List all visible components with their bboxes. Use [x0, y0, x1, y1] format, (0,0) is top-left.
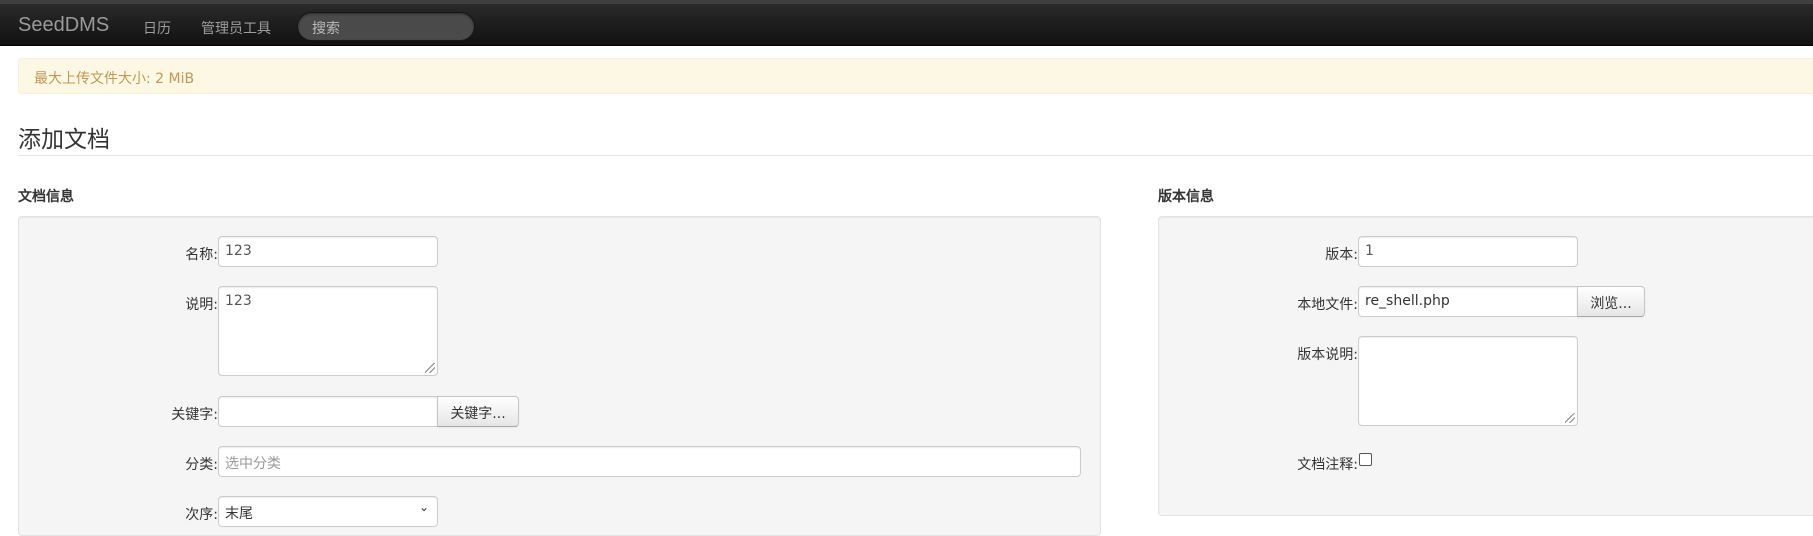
resize-grip-icon[interactable]: [1565, 413, 1575, 423]
description-text: 123: [225, 293, 252, 309]
category-label: 分类:: [185, 457, 218, 473]
order-value: 末尾: [225, 506, 253, 522]
page-title: 添加文档: [18, 127, 110, 153]
brand-logo[interactable]: SeedDMS: [18, 14, 109, 37]
version-info-heading: 版本信息: [1158, 189, 1214, 205]
order-label: 次序:: [185, 507, 218, 523]
doc-info-heading: 文档信息: [18, 189, 74, 205]
description-textarea[interactable]: 123: [218, 286, 438, 376]
browse-button[interactable]: 浏览...: [1577, 286, 1645, 317]
local-file-field[interactable]: re_shell.php: [1358, 286, 1578, 317]
nav-link-calendar[interactable]: 日历: [143, 18, 171, 38]
alert-text: 最大上传文件大小: 2 MiB: [34, 71, 195, 87]
nav-link-admin-tools[interactable]: 管理员工具: [201, 18, 271, 38]
version-comment-textarea[interactable]: [1358, 336, 1578, 426]
doc-comment-label: 文档注释:: [1297, 457, 1358, 473]
name-label: 名称:: [185, 247, 218, 263]
local-file-label: 本地文件:: [1297, 297, 1358, 313]
doc-info-panel: 名称: 123 说明: 123 关键字: 关键字... 分类: 选中分类 次序:…: [18, 216, 1101, 536]
top-navbar: SeedDMS 日历 管理员工具 搜索: [0, 0, 1813, 46]
chevron-down-icon: ⌄: [418, 500, 429, 514]
version-info-panel: 版本: 1 本地文件: re_shell.php 浏览... 版本说明: 文档注…: [1158, 216, 1813, 516]
version-label: 版本:: [1325, 247, 1358, 263]
keywords-button[interactable]: 关键字...: [437, 396, 519, 427]
description-label: 说明:: [185, 297, 218, 313]
max-upload-alert: 最大上传文件大小: 2 MiB: [18, 58, 1813, 94]
name-field[interactable]: 123: [218, 236, 438, 267]
search-input[interactable]: 搜索: [297, 12, 475, 41]
version-comment-label: 版本说明:: [1297, 347, 1358, 363]
version-field[interactable]: 1: [1358, 236, 1578, 267]
doc-comment-checkbox[interactable]: [1359, 453, 1372, 466]
category-select[interactable]: 选中分类: [218, 446, 1081, 477]
keywords-label: 关键字:: [171, 407, 218, 423]
keywords-field[interactable]: [218, 396, 438, 427]
order-select[interactable]: 末尾 ⌄: [218, 496, 438, 527]
resize-grip-icon[interactable]: [425, 363, 435, 373]
title-divider: [18, 155, 1813, 156]
